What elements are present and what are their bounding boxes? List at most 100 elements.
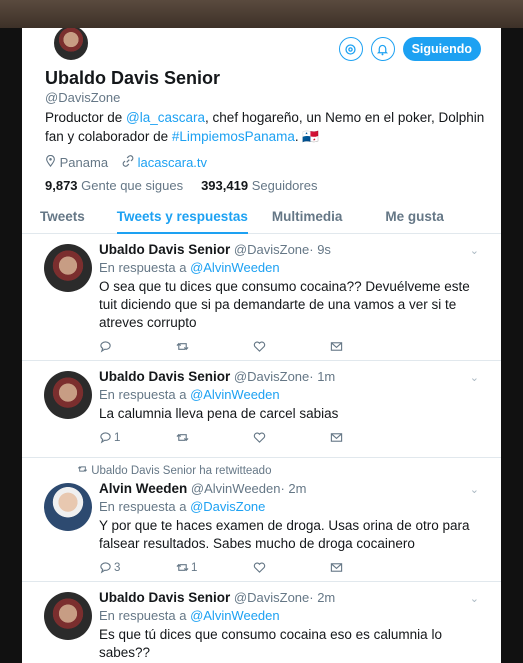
avatar[interactable] bbox=[44, 244, 92, 292]
avatar[interactable] bbox=[44, 483, 92, 531]
chevron-down-icon[interactable]: ⌄ bbox=[470, 244, 479, 257]
avatar[interactable] bbox=[44, 371, 92, 419]
reply-icon bbox=[100, 432, 111, 444]
reply-prefix: En respuesta a bbox=[99, 499, 191, 514]
settings-gear-icon[interactable] bbox=[338, 37, 363, 61]
like-button[interactable] bbox=[253, 561, 330, 574]
tweet-body: Ubaldo Davis Senior @DavisZone· 2m ⌄ En … bbox=[99, 590, 479, 662]
reply-prefix: En respuesta a bbox=[99, 387, 191, 402]
bio-hashtag-limpiemospanama[interactable]: #LimpiemosPanama bbox=[172, 129, 295, 144]
tweet-body: Ubaldo Davis Senior @DavisZone· 9s ⌄ En … bbox=[99, 242, 479, 353]
tweet-text: La calumnia lleva pena de carcel sabias bbox=[99, 406, 339, 421]
reply-button[interactable]: 1 bbox=[99, 431, 176, 444]
message-button[interactable] bbox=[330, 340, 407, 353]
profile-meta: Panama lacascara.tv bbox=[45, 154, 207, 170]
author-handle[interactable]: @DavisZone bbox=[234, 590, 309, 605]
tweet-body: Alvin Weeden @AlvinWeeden· 2m ⌄ En respu… bbox=[99, 481, 479, 574]
retweet-icon bbox=[176, 563, 189, 572]
bio-link-la-cascara[interactable]: @la_cascara bbox=[126, 110, 205, 125]
tweet-text: Y por que te haces examen de droga. Usas… bbox=[99, 518, 470, 551]
profile-name: Ubaldo Davis Senior bbox=[45, 68, 221, 88]
chevron-down-icon[interactable]: ⌄ bbox=[470, 592, 479, 605]
device-left-edge bbox=[0, 28, 22, 663]
link-icon bbox=[122, 155, 134, 167]
like-button[interactable] bbox=[253, 431, 330, 444]
retweet-icon bbox=[176, 433, 189, 442]
profile-handle: @DavisZone bbox=[45, 90, 121, 105]
location-pin-icon bbox=[46, 154, 55, 168]
following-stat[interactable]: 9,873 Gente que sigues bbox=[45, 178, 183, 193]
tweet-time: · 2m bbox=[280, 481, 307, 496]
like-button[interactable] bbox=[253, 340, 330, 353]
author-name[interactable]: Ubaldo Davis Senior bbox=[99, 242, 230, 257]
tab-media[interactable]: Multimedia bbox=[272, 200, 343, 233]
reply-to-link[interactable]: @AlvinWeeden bbox=[190, 608, 280, 623]
reply-button[interactable]: 3 bbox=[99, 561, 176, 574]
reply-context: En respuesta a @AlvinWeeden bbox=[99, 260, 479, 275]
tweet[interactable]: Ubaldo Davis Senior @DavisZone· 9s ⌄ En … bbox=[22, 234, 501, 361]
reply-to-link[interactable]: @AlvinWeeden bbox=[190, 260, 280, 275]
author-handle[interactable]: @DavisZone bbox=[234, 369, 309, 384]
reply-to-link[interactable]: @DavisZone bbox=[190, 499, 265, 514]
tweet[interactable]: Ubaldo Davis Senior ha retwitteado Alvin… bbox=[22, 458, 501, 582]
website-link[interactable]: lacascara.tv bbox=[138, 155, 207, 170]
tweet-actions bbox=[99, 340, 479, 353]
retweet-button[interactable] bbox=[176, 340, 253, 353]
author-handle[interactable]: @AlvinWeeden bbox=[191, 481, 281, 496]
tweet[interactable]: Ubaldo Davis Senior @DavisZone· 2m ⌄ En … bbox=[22, 582, 501, 663]
profile-tabs: Tweets Tweets y respuestas Multimedia Me… bbox=[22, 200, 501, 234]
following-button[interactable]: Siguiendo bbox=[402, 37, 481, 61]
location-text: Panama bbox=[59, 155, 109, 170]
retweet-button[interactable]: 1 bbox=[176, 561, 253, 574]
tweet-time: · 1m bbox=[309, 369, 336, 384]
reply-count: 1 bbox=[114, 431, 121, 444]
message-button[interactable] bbox=[330, 431, 407, 444]
author-name[interactable]: Ubaldo Davis Senior bbox=[99, 369, 230, 384]
envelope-icon bbox=[330, 433, 343, 442]
notifications-bell-icon[interactable] bbox=[370, 37, 395, 61]
chevron-down-icon[interactable]: ⌄ bbox=[470, 371, 479, 384]
reply-context: En respuesta a @AlvinWeeden bbox=[99, 387, 479, 402]
tweet-body: Ubaldo Davis Senior @DavisZone· 1m ⌄ En … bbox=[99, 369, 479, 444]
chevron-down-icon[interactable]: ⌄ bbox=[470, 483, 479, 496]
reply-count: 3 bbox=[114, 561, 121, 574]
website[interactable]: lacascara.tv bbox=[122, 155, 207, 170]
author-name[interactable]: Alvin Weeden bbox=[99, 481, 187, 496]
device-top-bar bbox=[0, 0, 523, 28]
reply-button[interactable] bbox=[99, 340, 176, 353]
retweet-icon bbox=[77, 466, 88, 472]
retweet-count: 1 bbox=[191, 561, 198, 574]
author-handle[interactable]: @DavisZone bbox=[234, 242, 309, 257]
tweet-header: Alvin Weeden @AlvinWeeden· 2m bbox=[99, 481, 479, 496]
bio-text: Productor de bbox=[45, 110, 127, 125]
followers-count: 393,419 bbox=[201, 178, 249, 193]
profile-screen: Siguiendo Ubaldo Davis Senior @DavisZone… bbox=[22, 28, 501, 663]
tab-tweets[interactable]: Tweets bbox=[40, 200, 85, 233]
tweet-text: Es que tú dices que consumo cocaina eso … bbox=[99, 627, 442, 660]
author-name[interactable]: Ubaldo Davis Senior bbox=[99, 590, 230, 605]
envelope-icon bbox=[330, 342, 343, 351]
retweet-note-text: Ubaldo Davis Senior ha retwitteado bbox=[91, 465, 272, 477]
tweet-time: · 9s bbox=[309, 242, 331, 257]
following-count: 9,873 bbox=[45, 178, 78, 193]
envelope-icon bbox=[330, 563, 343, 572]
message-button[interactable] bbox=[330, 561, 407, 574]
tweet-time: · 2m bbox=[309, 590, 336, 605]
heart-icon bbox=[253, 341, 266, 352]
heart-icon bbox=[253, 562, 266, 573]
reply-to-link[interactable]: @AlvinWeeden bbox=[190, 387, 280, 402]
tab-likes[interactable]: Me gusta bbox=[385, 200, 444, 233]
tab-tweets-and-replies[interactable]: Tweets y respuestas bbox=[116, 200, 248, 234]
avatar[interactable] bbox=[44, 592, 92, 640]
profile-avatar[interactable] bbox=[52, 28, 90, 62]
profile-actions: Siguiendo bbox=[338, 37, 481, 61]
reply-context: En respuesta a @DavisZone bbox=[99, 499, 479, 514]
device-right-edge bbox=[501, 28, 523, 663]
followers-stat[interactable]: 393,419 Seguidores bbox=[201, 178, 317, 193]
reply-context: En respuesta a @AlvinWeeden bbox=[99, 608, 479, 623]
tweet[interactable]: Ubaldo Davis Senior @DavisZone· 1m ⌄ En … bbox=[22, 361, 501, 458]
tweet-header: Ubaldo Davis Senior @DavisZone· 9s bbox=[99, 242, 479, 257]
retweet-button[interactable] bbox=[176, 431, 253, 444]
reply-icon bbox=[100, 341, 111, 353]
location: Panama bbox=[45, 154, 109, 170]
